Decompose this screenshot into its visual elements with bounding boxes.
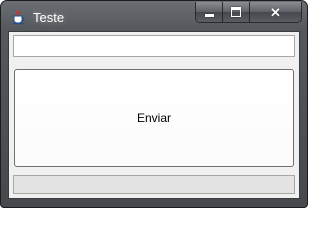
close-button[interactable]: ✕ <box>250 2 301 22</box>
content-pane: Enviar <box>8 31 300 199</box>
send-button[interactable]: Enviar <box>14 69 294 167</box>
minimize-icon <box>204 13 214 17</box>
title-bar[interactable]: Teste ✕ <box>1 1 307 31</box>
maximize-icon <box>231 7 241 17</box>
app-window: Teste ✕ Enviar <box>0 0 308 208</box>
minimize-button[interactable] <box>196 2 223 22</box>
close-icon: ✕ <box>270 4 281 20</box>
window-title: Teste <box>33 10 65 25</box>
status-field <box>13 175 295 194</box>
window-controls: ✕ <box>195 2 302 23</box>
java-cup-icon <box>13 9 25 25</box>
message-input[interactable] <box>13 35 295 57</box>
maximize-button[interactable] <box>223 2 250 22</box>
